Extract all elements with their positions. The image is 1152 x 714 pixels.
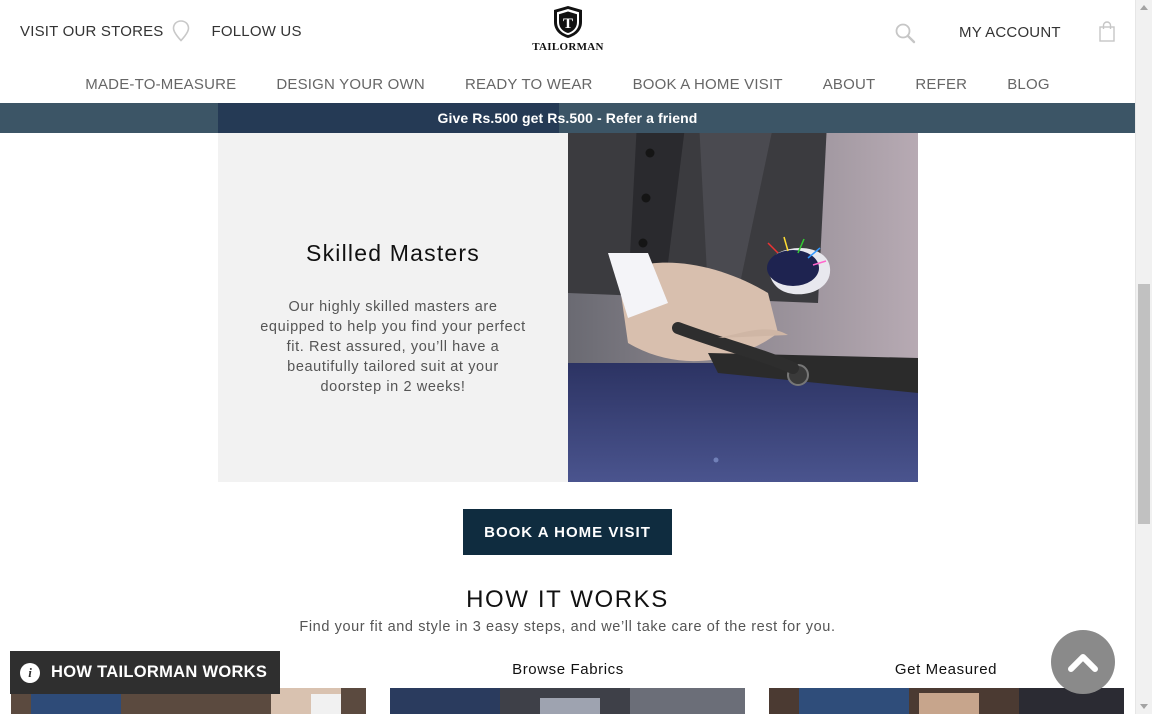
follow-us-link[interactable]: FOLLOW US xyxy=(212,23,302,40)
nav-design-your-own[interactable]: DESIGN YOUR OWN xyxy=(256,76,445,93)
shopping-bag-icon[interactable] xyxy=(1099,21,1115,42)
logo-crest-icon: T xyxy=(554,6,582,38)
site-header: VISIT OUR STORES FOLLOW US T TAILORMAN M… xyxy=(0,0,1135,103)
scrollbar-thumb[interactable] xyxy=(1138,284,1150,524)
refer-promo-bar[interactable]: Give Rs.500 get Rs.500 - Refer a friend xyxy=(0,103,1135,133)
nav-about[interactable]: ABOUT xyxy=(803,76,896,93)
step-2-label: Browse Fabrics xyxy=(512,661,624,678)
brand-name: TAILORMAN xyxy=(532,41,604,53)
how-it-works-subtitle: Find your fit and style in 3 easy steps,… xyxy=(299,619,836,635)
how-tailorman-works-button[interactable]: i HOW TAILORMAN WORKS xyxy=(10,651,280,694)
tailor-cutting-image xyxy=(568,103,918,482)
main-nav: MADE-TO-MEASURE DESIGN YOUR OWN READY TO… xyxy=(0,76,1135,93)
nav-ready-to-wear[interactable]: READY TO WEAR xyxy=(445,76,613,93)
nav-book-home-visit[interactable]: BOOK A HOME VISIT xyxy=(613,76,803,93)
logo-letter: T xyxy=(563,16,573,32)
scroll-to-top-button[interactable] xyxy=(1051,630,1115,694)
book-home-visit-button[interactable]: BOOK A HOME VISIT xyxy=(463,509,672,555)
chevron-up-icon xyxy=(1068,654,1098,672)
nav-made-to-measure[interactable]: MADE-TO-MEASURE xyxy=(65,76,256,93)
promo-text: Give Rs.500 get Rs.500 - Refer a friend xyxy=(437,110,698,126)
info-icon: i xyxy=(20,662,40,683)
how-it-works-title: HOW IT WORKS xyxy=(466,586,669,613)
my-account-link[interactable]: MY ACCOUNT xyxy=(959,24,1061,41)
visit-stores-link[interactable]: VISIT OUR STORES xyxy=(20,23,164,40)
header-top-left: VISIT OUR STORES FOLLOW US xyxy=(20,20,302,42)
page-scrollbar[interactable] xyxy=(1135,0,1152,714)
feature-description: Our highly skilled masters are equipped … xyxy=(260,299,526,395)
nav-refer[interactable]: REFER xyxy=(895,76,987,93)
step-2-image xyxy=(390,688,745,714)
scroll-up-arrow-icon[interactable] xyxy=(1140,5,1148,10)
scroll-down-arrow-icon[interactable] xyxy=(1140,704,1148,709)
map-pin-icon[interactable] xyxy=(172,20,190,42)
feature-title: Skilled Masters xyxy=(306,240,480,266)
brand-logo[interactable]: T TAILORMAN xyxy=(532,4,604,53)
nav-blog[interactable]: BLOG xyxy=(987,76,1069,93)
how-tailorman-works-label: HOW TAILORMAN WORKS xyxy=(51,663,268,681)
search-icon[interactable] xyxy=(894,22,916,44)
